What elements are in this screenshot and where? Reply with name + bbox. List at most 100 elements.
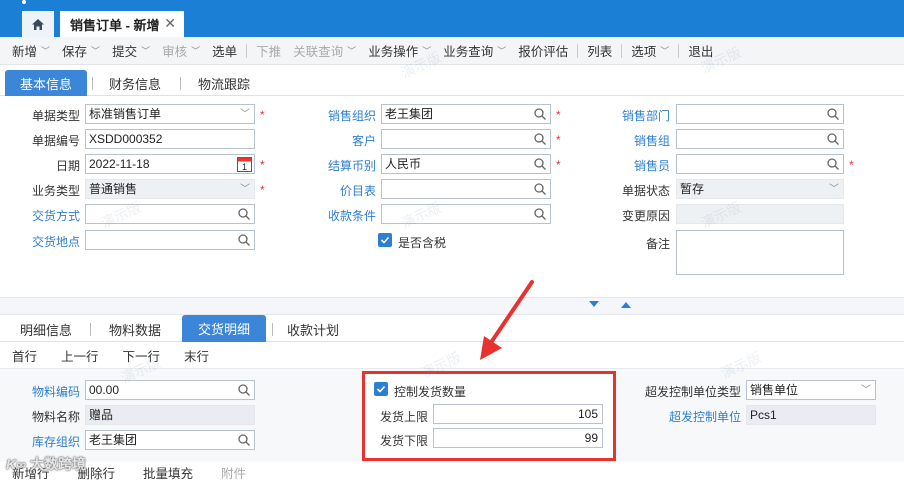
- toolbar-button-5[interactable]: 下推: [250, 41, 287, 60]
- toolbar-button-4[interactable]: 选单: [206, 41, 243, 60]
- search-icon[interactable]: [533, 182, 547, 196]
- sales-dept-input[interactable]: [676, 104, 844, 124]
- toolbar-button-3[interactable]: 审核 ﹀: [156, 41, 206, 60]
- chevron-down-icon[interactable]: ﹀: [660, 44, 669, 57]
- search-icon[interactable]: [533, 207, 547, 221]
- search-icon[interactable]: [533, 107, 547, 121]
- toolbar-button-2[interactable]: 提交 ﹀: [106, 41, 156, 60]
- customer-input[interactable]: [381, 129, 551, 149]
- last-row-button[interactable]: 末行: [172, 346, 221, 365]
- delivery-place-input[interactable]: [85, 230, 255, 250]
- biz-type-select[interactable]: 普通销售 ﹀: [85, 179, 255, 199]
- currency-value: 人民币: [385, 157, 422, 171]
- change-reason-input[interactable]: [676, 204, 844, 224]
- label-payment-terms[interactable]: 收款条件: [300, 207, 376, 224]
- chevron-down-icon[interactable]: ﹀: [422, 44, 431, 57]
- chevron-down-icon[interactable]: ﹀: [347, 44, 356, 57]
- toolbar-button-7[interactable]: 业务操作 ﹀: [362, 41, 437, 60]
- next-row-button[interactable]: 下一行: [111, 346, 173, 365]
- toolbar-button-6[interactable]: 关联查询 ﹀: [287, 41, 362, 60]
- collapse-up-icon[interactable]: [621, 301, 631, 308]
- search-icon[interactable]: [533, 157, 547, 171]
- sales-org-input[interactable]: 老王集团: [381, 104, 551, 124]
- search-icon[interactable]: [237, 233, 251, 247]
- over-unit-input[interactable]: Pcs1: [746, 405, 876, 425]
- toolbar-button-11[interactable]: 选项 ﹀: [625, 41, 675, 60]
- toolbar-button-0[interactable]: 新增 ﹀: [6, 41, 56, 60]
- label-sales-dept[interactable]: 销售部门: [600, 107, 670, 124]
- tab-detail-info[interactable]: 明细信息: [6, 316, 86, 342]
- salesman-input[interactable]: [676, 154, 844, 174]
- label-material-code[interactable]: 物料编码: [8, 383, 80, 400]
- chevron-down-icon[interactable]: ﹀: [41, 44, 50, 57]
- label-over-unit[interactable]: 超发控制单位: [630, 408, 741, 425]
- label-delivery-method[interactable]: 交货方式: [8, 207, 80, 224]
- search-icon[interactable]: [533, 132, 547, 146]
- toolbar-button-1[interactable]: 保存 ﹀: [56, 41, 106, 60]
- tab-finance-info[interactable]: 财务信息: [96, 70, 174, 96]
- currency-input[interactable]: 人民币: [381, 154, 551, 174]
- material-name-input[interactable]: 赠品: [85, 405, 255, 425]
- tab-logistics[interactable]: 物流跟踪: [184, 70, 264, 96]
- label-salesman[interactable]: 销售员: [600, 157, 670, 174]
- label-sales-org[interactable]: 销售组织: [300, 107, 376, 124]
- chevron-down-icon[interactable]: ﹀: [191, 44, 200, 57]
- bill-no-input[interactable]: XSDD000352: [85, 129, 255, 149]
- sales-group-input[interactable]: [676, 129, 844, 149]
- required-mark: *: [556, 158, 561, 172]
- search-icon[interactable]: [237, 433, 251, 447]
- search-icon[interactable]: [237, 207, 251, 221]
- tab-basic-info[interactable]: 基本信息: [5, 70, 87, 96]
- calendar-day: 1: [242, 162, 247, 172]
- label-stock-org[interactable]: 库存组织: [8, 433, 80, 450]
- payment-terms-input[interactable]: [381, 204, 551, 224]
- date-input[interactable]: 2022-11-18 1: [85, 154, 255, 174]
- delivery-method-input[interactable]: [85, 204, 255, 224]
- control-qty-checkbox[interactable]: [374, 382, 388, 396]
- close-icon[interactable]: ✕: [164, 15, 176, 32]
- bill-type-select[interactable]: 标准销售订单 ﹀: [85, 104, 255, 124]
- tab-material-data[interactable]: 物料数据: [94, 316, 176, 342]
- price-list-input[interactable]: [381, 179, 551, 199]
- home-tab[interactable]: [22, 11, 54, 37]
- search-icon[interactable]: [826, 132, 840, 146]
- label-delivery-place[interactable]: 交货地点: [8, 233, 80, 250]
- label-upper-limit: 发货上限: [379, 410, 428, 424]
- over-unit-type-select[interactable]: 销售单位 ﹀: [746, 380, 876, 400]
- first-row-button[interactable]: 首行: [0, 346, 49, 365]
- entry-actions: 新增行 删除行 批量填充 附件: [0, 462, 904, 482]
- tab-payment-plan[interactable]: 收款计划: [276, 316, 350, 342]
- collapse-down-icon[interactable]: [589, 301, 599, 308]
- search-icon[interactable]: [826, 107, 840, 121]
- tab-delivery-detail[interactable]: 交货明细: [182, 315, 266, 342]
- toolbar-button-9[interactable]: 报价评估: [512, 41, 574, 60]
- label-currency[interactable]: 结算币别: [300, 157, 376, 174]
- label-sales-group[interactable]: 销售组: [600, 132, 670, 149]
- main-toolbar: 新增 ﹀ 保存 ﹀ 提交 ﹀ 审核 ﹀ 选单 下推 关联查询 ﹀ 业务操作 ﹀ 业务查询 ﹀ 报价评估 列表 选项 ﹀…: [0, 37, 904, 65]
- attachment-button[interactable]: 附件: [207, 463, 260, 482]
- stock-org-input[interactable]: 老王集团: [85, 430, 255, 450]
- search-icon[interactable]: [237, 383, 251, 397]
- material-code-input[interactable]: 00.00: [85, 380, 255, 400]
- label-price-list[interactable]: 价目表: [300, 182, 376, 199]
- prev-row-button[interactable]: 上一行: [49, 346, 111, 365]
- chevron-down-icon[interactable]: ﹀: [497, 44, 506, 57]
- required-mark: *: [849, 158, 854, 172]
- lower-limit-input[interactable]: 99: [433, 428, 603, 448]
- toolbar-button-12[interactable]: 退出: [682, 41, 719, 60]
- annotation-arrow-icon: [480, 280, 534, 360]
- tax-included-checkbox[interactable]: [378, 233, 392, 247]
- toolbar-button-8[interactable]: 业务查询 ﹀: [437, 41, 512, 60]
- chevron-down-icon[interactable]: ﹀: [141, 44, 150, 57]
- calendar-icon[interactable]: 1: [237, 156, 252, 172]
- toolbar-button-10[interactable]: 列表: [581, 41, 618, 60]
- label-customer[interactable]: 客户: [300, 132, 376, 149]
- upper-limit-input[interactable]: 105: [433, 404, 603, 424]
- document-tab[interactable]: 销售订单 - 新增 ✕: [60, 11, 184, 37]
- remark-textarea[interactable]: [676, 230, 844, 275]
- search-icon[interactable]: [826, 157, 840, 171]
- chevron-down-icon[interactable]: ﹀: [91, 44, 100, 57]
- label-remark: 备注: [645, 237, 670, 251]
- status-select[interactable]: 暂存 ﹀: [676, 179, 844, 199]
- batch-fill-button[interactable]: 批量填充: [129, 463, 207, 482]
